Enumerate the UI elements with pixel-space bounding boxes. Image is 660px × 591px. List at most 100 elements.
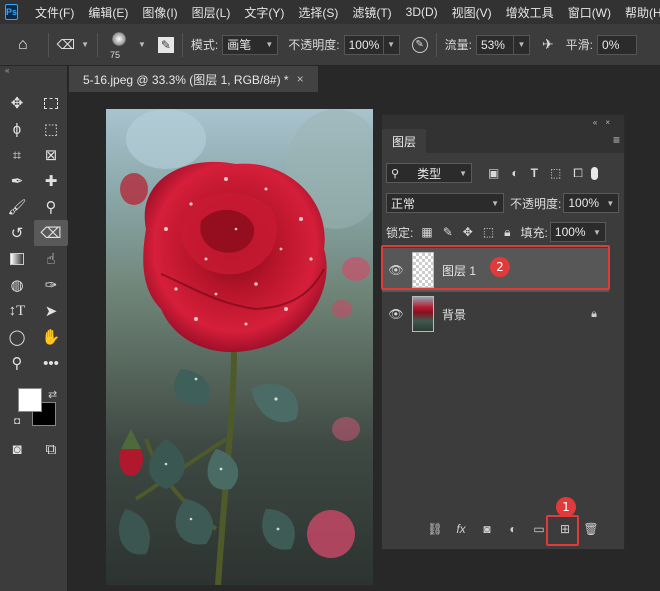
menu-edit[interactable]: 编辑(E) [81,4,135,21]
crop-tool-icon[interactable]: ⌗ [0,142,34,168]
lock-position-icon[interactable]: ✥ [463,225,473,239]
ellipse-tool-icon[interactable]: ◯ [0,324,34,350]
zoom-tool-icon[interactable]: ⚲ [0,350,34,376]
lock-label: 锁定: [386,225,414,240]
annotation-badge-1: 1 [556,497,576,517]
panel-collapse-bar: « × [382,115,624,129]
swap-colors-icon[interactable]: ⇄ [48,388,57,401]
close-panel-icon[interactable]: × [605,118,610,127]
layer-name[interactable]: 背景 [442,306,466,323]
adjustment-layer-icon[interactable]: ◐ [500,522,526,536]
lock-all-icon[interactable]: 🔒︎ [504,225,510,240]
link-layers-icon[interactable]: ⛓ [422,522,448,536]
frame-tool-icon[interactable]: ⊠ [34,142,68,168]
menu-select[interactable]: 选择(S) [291,4,345,21]
lock-image-pixels-icon[interactable]: ✎ [443,225,453,239]
type-tool-icon[interactable]: ↕T [0,298,34,324]
panel-tab-row: 图层 ≡ [382,129,624,153]
menu-bar: Ps 文件(F) 编辑(E) 图像(I) 图层(L) 文字(Y) 选择(S) 滤… [0,0,660,24]
chevron-down-icon: ▼ [606,198,615,208]
opacity-dropdown[interactable]: ▼ [383,34,400,55]
more-tools-icon[interactable]: ••• [34,350,68,376]
highlight-new-layer-box [546,515,579,546]
menu-file[interactable]: 文件(F) [28,4,81,21]
rose-image-icon [106,109,373,585]
menu-layer[interactable]: 图层(L) [185,4,238,21]
delete-layer-icon[interactable]: 🗑︎ [578,522,604,536]
menu-type[interactable]: 文字(Y) [237,4,291,21]
chevron-down-icon[interactable]: ▼ [81,40,89,49]
smudge-tool-icon[interactable]: ☝ [34,246,68,272]
marquee-tool-icon[interactable] [34,90,68,116]
collapse-icon[interactable]: « [0,66,67,76]
opacity-input[interactable]: 100% [343,34,384,55]
brush-tool-icon[interactable]: 🖌 [0,194,34,220]
menu-plugins[interactable]: 增效工具 [499,4,561,21]
tools-panel: « ✥ ϕ ⬚ ⌗ ⊠ ✒ ✚ 🖌 ⚲ ↺ ⌫ ☝ ◍ ✑ ↕T ➤ ◯ ✋ ⚲… [0,66,68,591]
history-brush-tool-icon[interactable]: ↺ [0,220,34,246]
menu-window[interactable]: 窗口(W) [561,4,618,21]
screen-mode-icon[interactable]: ⧉ [34,436,68,462]
healing-brush-tool-icon[interactable]: ✚ [34,168,68,194]
tab-layers[interactable]: 图层 [382,129,427,153]
brush-settings-icon[interactable]: ✎ [157,36,174,53]
separator [47,32,49,57]
flow-input[interactable]: 53% [475,34,514,55]
filter-toggle-icon[interactable] [590,166,598,180]
annotation-badge-2: 2 [490,257,510,277]
rose-photo[interactable] [106,109,373,585]
filter-adjustment-icon[interactable]: ◐ [511,166,518,180]
sponge-tool-icon[interactable]: ◍ [0,272,34,298]
foreground-color-swatch[interactable] [18,388,42,412]
layer-style-icon[interactable]: fx [448,522,474,536]
home-icon[interactable]: ⌂ [18,36,28,54]
lock-transparent-pixels-icon[interactable]: ▦ [421,225,432,239]
move-tool-icon[interactable]: ✥ [0,90,34,116]
menu-help[interactable]: 帮助(H) [618,4,660,21]
visibility-eye-icon[interactable]: 👁︎ [382,307,410,321]
flow-dropdown[interactable]: ▼ [513,34,530,55]
pen-tool-icon[interactable]: ✑ [34,272,68,298]
separator [96,32,98,57]
airbrush-icon[interactable]: ✈ [542,36,554,53]
layer-row-background[interactable]: 👁︎ 背景 🔒︎ [382,292,609,336]
menu-view[interactable]: 视图(V) [445,4,499,21]
filter-kind-value: 类型 [417,166,442,181]
filter-row: ⚲ 类型 ▼ ▣ ◐ T ⬚ ⧠ [382,163,626,183]
filter-pixel-icon[interactable]: ▣ [488,166,499,180]
flow-label: 流量: [444,38,472,52]
filter-smart-object-icon[interactable]: ⧠ [573,166,583,181]
menu-image[interactable]: 图像(I) [135,4,184,21]
pressure-opacity-icon[interactable]: ✎ [411,36,428,53]
chevron-down-icon[interactable]: ▼ [138,40,146,49]
collapse-panel-icon[interactable]: « [593,118,597,127]
lock-artboard-icon[interactable]: ⬚ [483,225,494,239]
hand-tool-icon[interactable]: ✋ [34,324,68,350]
layers-panel: « × 图层 ≡ ⚲ 类型 ▼ ▣ ◐ T ⬚ ⧠ 正常 ▼ 不透明度: 100… [381,114,625,550]
object-selection-tool-icon[interactable]: ⬚ [34,116,68,142]
brush-size-picker[interactable]: 75 [106,26,132,64]
filter-shape-icon[interactable]: ⬚ [550,166,561,180]
fill-input[interactable]: 100% ▼ [549,222,606,242]
eraser-tool-icon[interactable]: ⌫ [34,220,68,246]
menu-3d[interactable]: 3D(D) [399,5,445,19]
blend-mode-select[interactable]: 正常 ▼ [386,193,504,213]
mode-select[interactable]: 画笔 ▼ [222,34,279,55]
smoothing-input[interactable]: 0% [597,34,638,55]
close-icon[interactable]: × [297,72,304,86]
menu-filter[interactable]: 滤镜(T) [345,4,398,21]
clone-stamp-tool-icon[interactable]: ⚲ [34,194,68,220]
lasso-tool-icon[interactable]: ϕ [0,116,34,142]
filter-type-icon[interactable]: T [531,166,538,180]
filter-kind-select[interactable]: ⚲ 类型 ▼ [386,163,472,183]
quick-mask-icon[interactable]: ◙ [0,436,34,462]
gradient-tool-icon[interactable] [0,246,34,272]
add-mask-icon[interactable]: ◙ [474,522,500,536]
eyedropper-tool-icon[interactable]: ✒ [0,168,34,194]
layer-opacity-input[interactable]: 100% ▼ [563,193,620,213]
document-tab[interactable]: 5-16.jpeg @ 33.3% (图层 1, RGB/8#) * × [69,66,318,92]
panel-menu-icon[interactable]: ≡ [613,133,620,147]
eraser-tool-preset-icon[interactable]: ⌫ [57,37,75,53]
default-colors-icon[interactable]: ◘ [14,416,20,427]
path-selection-tool-icon[interactable]: ➤ [34,298,68,324]
